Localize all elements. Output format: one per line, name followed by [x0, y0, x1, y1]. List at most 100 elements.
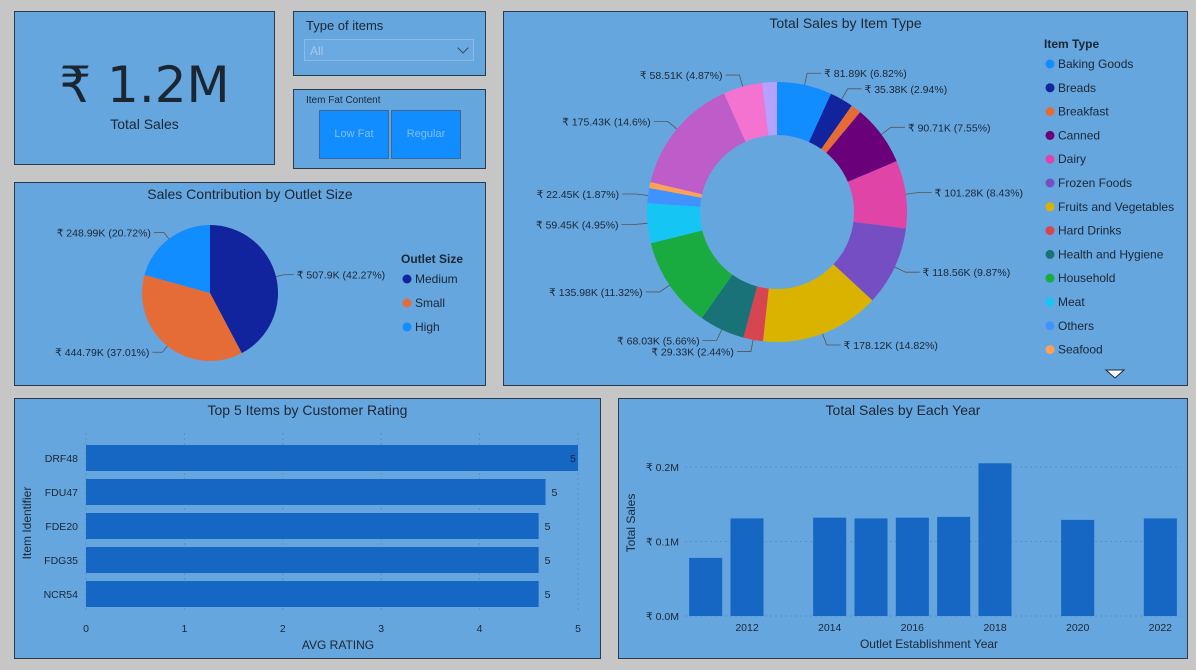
donut-data-label: ₹ 22.45K (1.87%): [537, 189, 620, 201]
donut-data-label: ₹ 68.03K (5.66%): [617, 336, 700, 348]
type-slicer-title: Type of items: [306, 18, 384, 33]
type-dropdown[interactable]: All: [304, 39, 474, 61]
x-tick-label: 5: [575, 623, 581, 635]
legend-marker-canned: [1045, 130, 1055, 140]
donut-data-label: ₹ 90.71K (7.55%): [908, 122, 991, 134]
y-axis-title: Total Sales: [624, 494, 638, 553]
legend-marker-meat: [1045, 297, 1055, 307]
x-tick-label: 3: [378, 623, 384, 635]
type-slicer: Type of items All: [293, 11, 486, 76]
low-fat-button[interactable]: Low Fat: [319, 110, 389, 159]
x-tick-label: 2016: [901, 622, 925, 634]
donut-data-label: ₹ 135.98K (11.32%): [549, 287, 642, 299]
y-tick-label: DRF48: [45, 453, 78, 465]
legend-label-medium: Medium: [415, 272, 458, 286]
outlet-size-pie-chart: ₹ 507.9K (42.27%) ₹ 444.79K (37.01%) ₹ 248…: [55, 225, 463, 361]
x-tick-label: 2020: [1066, 622, 1090, 634]
rating-bar-chart: 0 1 2 3 4 5 DRF48 5 FDU47 5 FDE20 5 FDG35 5 NCR54 5 AVG …: [20, 433, 581, 652]
x-tick-label: 2018: [983, 622, 1007, 634]
donut-leader-line: [841, 88, 862, 100]
type-dropdown-value: All: [310, 44, 324, 58]
kpi-value: ₹ 1.2M: [59, 56, 230, 114]
donut-leader-line: [736, 339, 754, 352]
legend-marker-seafood: [1045, 345, 1055, 355]
donut-data-label: ₹ 29.33K (2.44%): [651, 347, 734, 359]
y-tick-label: ₹ 0.0M: [646, 611, 679, 623]
bar-2018: [978, 463, 1012, 616]
legend-label-fruits-and-vegetables: Fruits and Vegetables: [1058, 200, 1174, 214]
bar-data-label: 5: [545, 521, 551, 533]
bar-data-label: 5: [545, 589, 551, 601]
legend-label-high: High: [415, 320, 440, 334]
x-axis-title: Outlet Establishment Year: [860, 637, 998, 651]
year-card: Total Sales by Each Year ₹ 0.0M ₹ 0.1M ₹ 0…: [618, 398, 1188, 659]
donut-data-label: ₹ 81.89K (6.82%): [824, 68, 907, 80]
y-tick-label: ₹ 0.2M: [646, 462, 679, 474]
legend-marker-baking-goods: [1045, 59, 1055, 69]
bar-fdu47: [86, 479, 546, 505]
legend-label-baking-goods: Baking Goods: [1058, 57, 1133, 71]
donut-leader-line: [894, 266, 920, 273]
legend-marker-breakfast: [1045, 107, 1055, 117]
donut-leader-line: [905, 192, 932, 195]
legend-label-meat: Meat: [1058, 295, 1085, 309]
donut-leader-line: [822, 333, 841, 346]
x-tick-label: 2012: [735, 622, 759, 634]
y-tick-label: ₹ 0.1M: [646, 537, 679, 549]
legend-label-breads: Breads: [1058, 81, 1096, 95]
bar-fdg35: [86, 547, 539, 573]
donut-leader-line: [881, 126, 905, 135]
regular-button[interactable]: Regular: [391, 110, 461, 159]
legend-label-hard-drinks: Hard Drinks: [1058, 224, 1121, 238]
legend-marker-hard-drinks: [1045, 226, 1055, 236]
donut-leader-line: [804, 72, 822, 86]
legend-label-canned: Canned: [1058, 128, 1100, 142]
pie-data-label: ₹ 444.79K (37.01%): [55, 347, 149, 359]
bar-2014: [813, 517, 847, 616]
pie-data-label: ₹ 248.99K (20.72%): [57, 228, 151, 240]
item-type-donut-chart: ₹ 81.89K (6.82%) ₹ 35.38K (2.94%) ₹ 90.71K…: [536, 37, 1174, 379]
donut-legend-title: Item Type: [1044, 37, 1099, 51]
pie-leader-line: [275, 274, 284, 278]
donut-leader-line: [725, 74, 744, 87]
legend-label-others: Others: [1058, 319, 1094, 333]
x-tick-label: 1: [181, 623, 187, 635]
kpi-label: Total Sales: [110, 116, 179, 132]
donut-leader-line: [645, 284, 670, 293]
donut-data-label: ₹ 101.28K (8.43%): [935, 188, 1023, 200]
donut-data-label: ₹ 35.38K (2.94%): [865, 84, 948, 96]
fat-slicer: Item Fat Content Low Fat Regular: [293, 89, 486, 169]
rating-card: Top 5 Items by Customer Rating 0 1 2 3 4 5 DRF…: [14, 398, 601, 659]
legend-marker-small: [402, 298, 412, 308]
donut-leader-line: [621, 222, 648, 225]
bar-2015: [854, 518, 888, 616]
donut-data-label: ₹ 58.51K (4.87%): [640, 70, 723, 82]
x-tick-label: 2022: [1149, 622, 1173, 634]
legend-label-breakfast: Breakfast: [1058, 105, 1109, 119]
y-tick-label: FDE20: [45, 521, 78, 533]
fat-slicer-title: Item Fat Content: [306, 95, 381, 106]
legend-label-household: Household: [1058, 271, 1115, 285]
item-type-card: Total Sales by Item Type ₹ 81.89K (6.82%…: [503, 11, 1188, 386]
donut-data-label: ₹ 178.12K (14.82%): [844, 340, 938, 352]
bar-ncr54: [86, 581, 539, 607]
bar-2022: [1143, 518, 1177, 616]
outlet-size-card: Sales Contribution by Outlet Size ₹ 507.…: [14, 182, 486, 386]
bar-2020: [1061, 519, 1095, 616]
legend-label-dairy: Dairy: [1058, 152, 1086, 166]
y-tick-label: FDG35: [44, 555, 78, 567]
legend-marker-breads: [1045, 83, 1055, 93]
legend-scroll-down-icon[interactable]: [1104, 369, 1126, 379]
bar-2017: [937, 516, 971, 616]
legend-marker-fruits-and-vegetables: [1045, 202, 1055, 212]
donut-leader-line: [622, 193, 649, 196]
x-tick-label: 0: [83, 623, 89, 635]
x-tick-label: 2014: [818, 622, 842, 634]
pie-data-label: ₹ 507.9K (42.27%): [297, 270, 385, 282]
legend-marker-medium: [402, 274, 412, 284]
legend-marker-health-and-hygiene: [1045, 249, 1055, 259]
bar-data-label: 5: [552, 487, 558, 499]
pie-leader-line: [162, 345, 168, 353]
y-tick-label: FDU47: [45, 487, 78, 499]
bar-fde20: [86, 513, 539, 539]
